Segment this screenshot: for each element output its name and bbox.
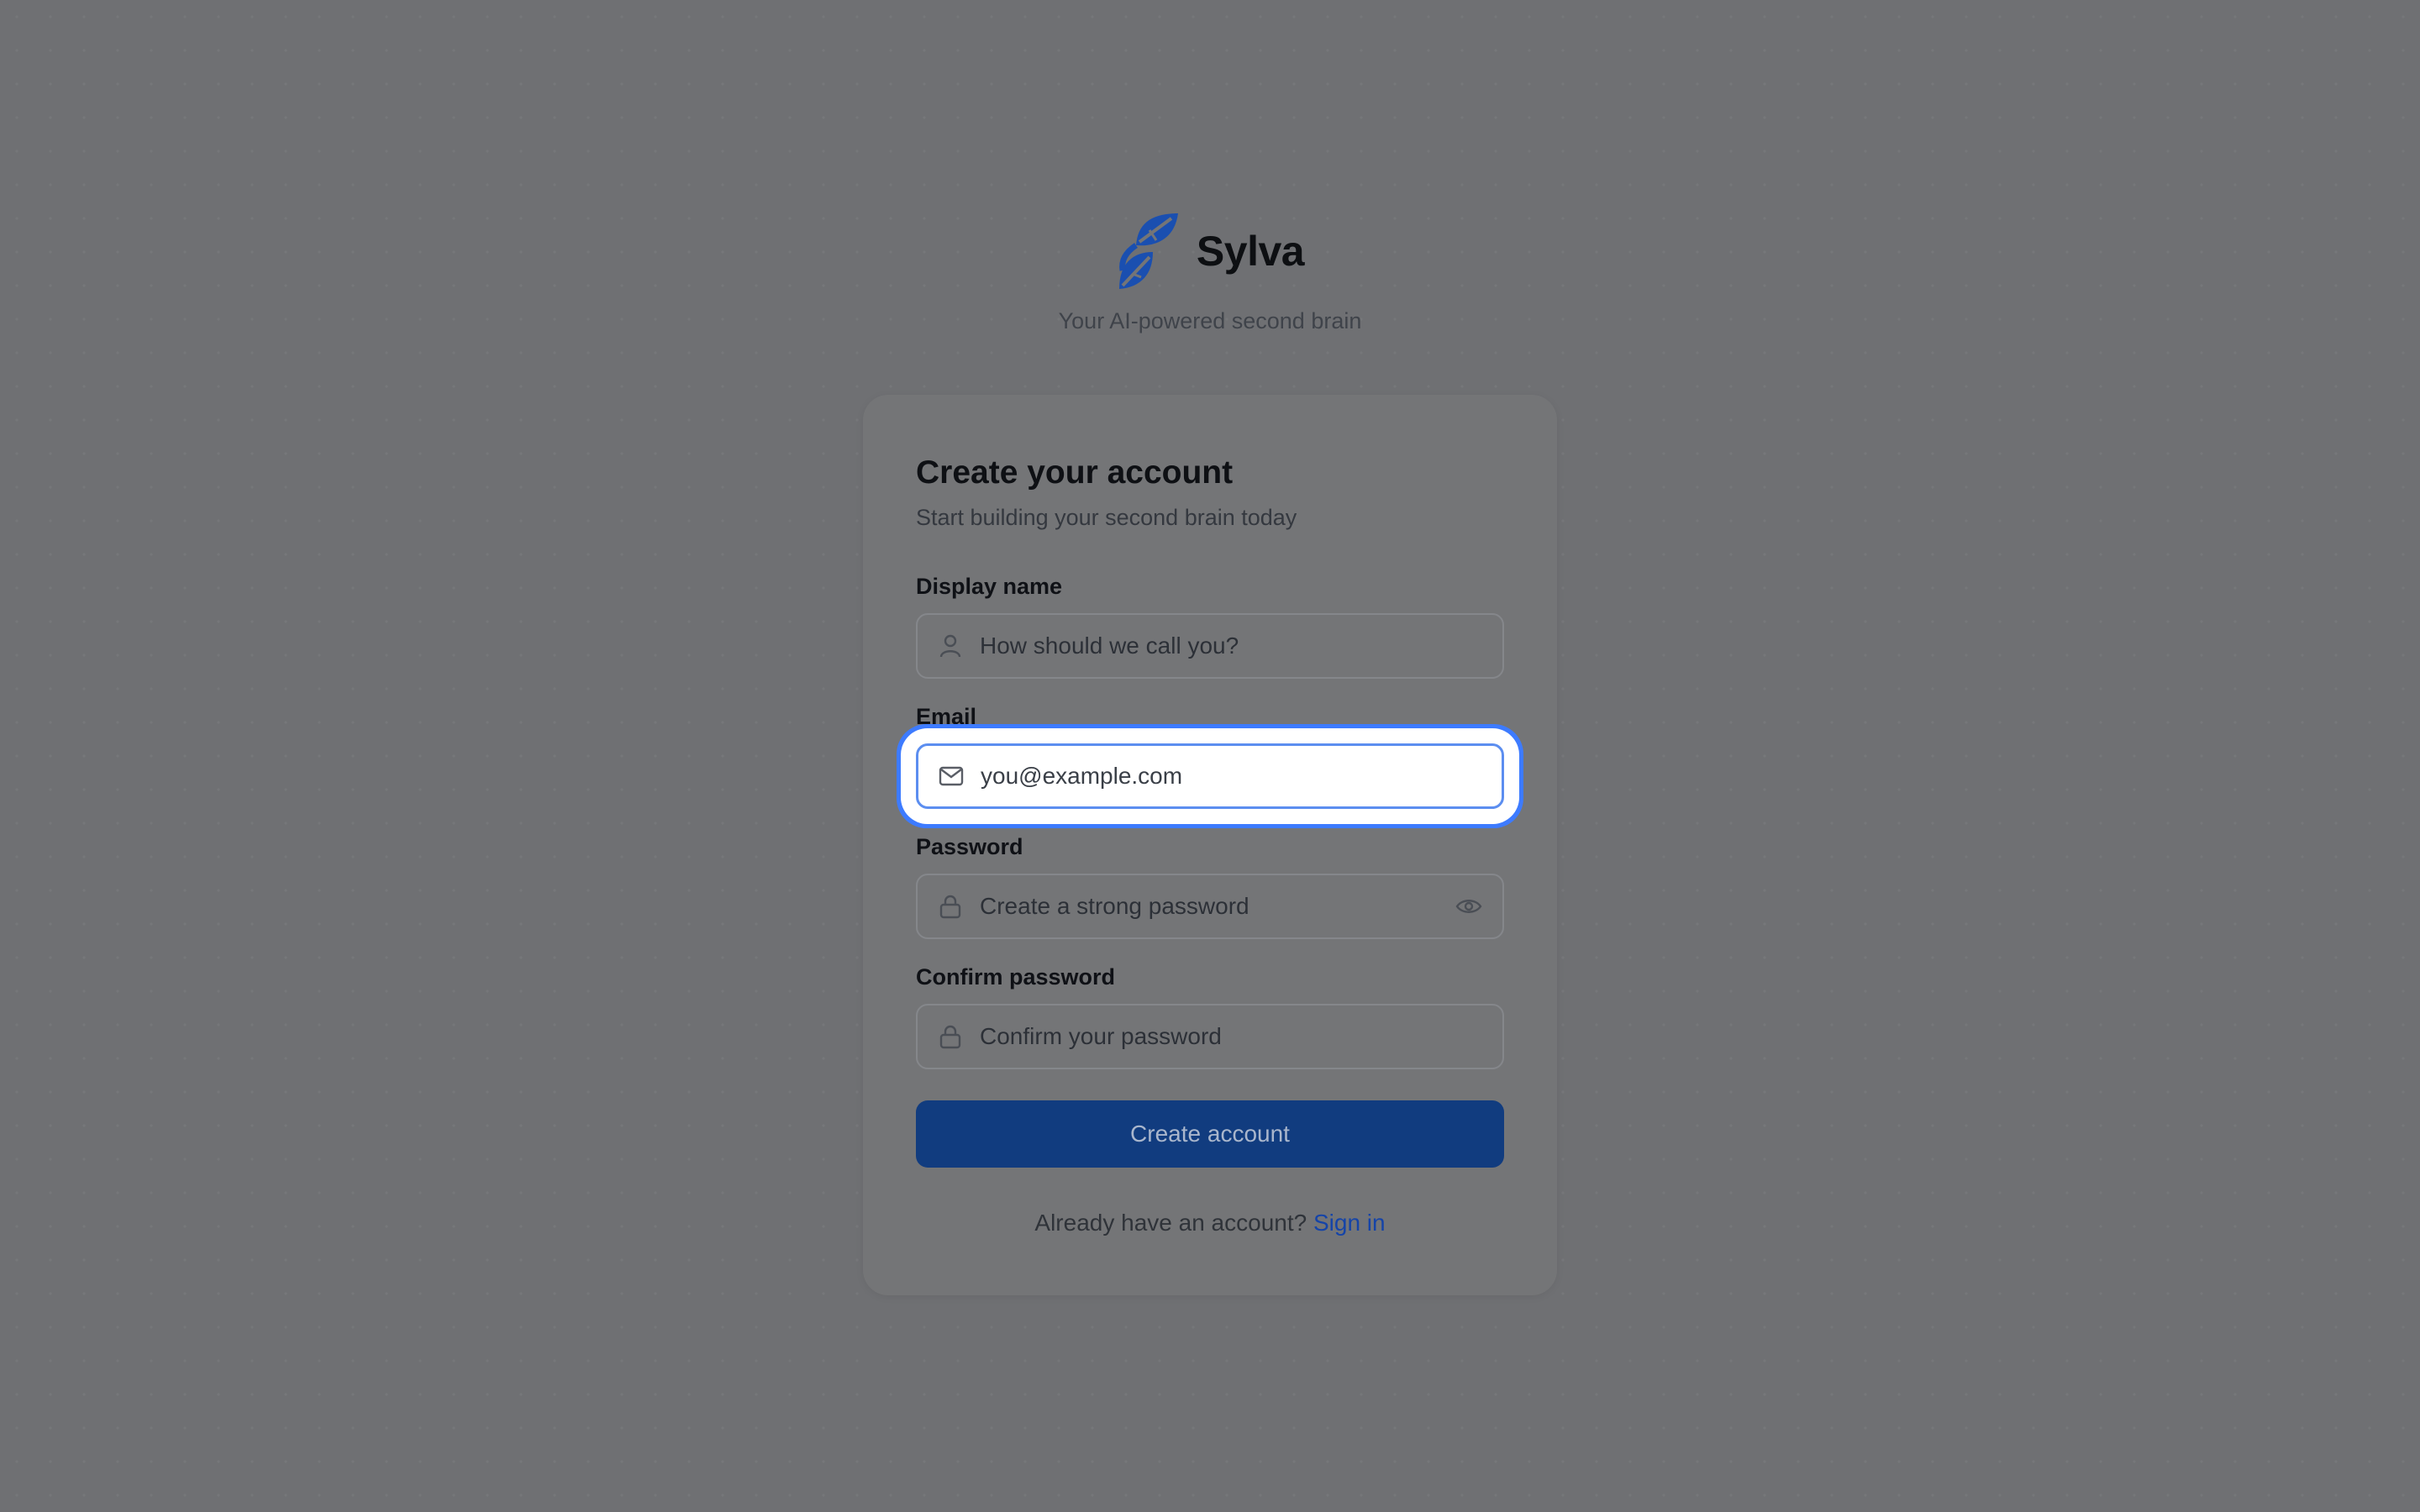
mail-icon [939, 764, 964, 789]
password-placeholder: Create a strong password [980, 893, 1249, 919]
display-name-input[interactable]: How should we call you? [916, 613, 1504, 679]
card-subtitle: Start building your second brain today [916, 504, 1297, 530]
display-name-placeholder: How should we call you? [980, 633, 1239, 659]
email-input[interactable]: you@example.com [916, 743, 1504, 809]
email-label: Email [916, 704, 977, 729]
signin-prompt-text: Already have an account? [1034, 1210, 1307, 1236]
display-name-label: Display name [916, 574, 1063, 599]
signin-prompt: Already have an account? Sign in [863, 1210, 1557, 1236]
sign-in-link[interactable]: Sign in [1313, 1210, 1386, 1236]
leaf-logo-icon [1116, 212, 1180, 291]
user-icon [938, 633, 963, 659]
confirm-password-placeholder: Confirm your password [980, 1023, 1222, 1049]
create-account-button[interactable]: Create account [916, 1100, 1504, 1168]
lock-icon [938, 894, 963, 919]
email-placeholder: you@example.com [981, 763, 1183, 789]
lock-icon [938, 1024, 963, 1049]
signup-card: Create your account Start building your … [863, 395, 1557, 1295]
confirm-password-label: Confirm password [916, 964, 1116, 990]
card-title: Create your account [916, 454, 1234, 491]
show-password-eye-icon[interactable] [1455, 893, 1482, 920]
password-label: Password [916, 834, 1023, 859]
brand-tagline: Your AI-powered second brain [1058, 308, 1362, 333]
brand-header: Sylva Your AI-powered second brain [0, 212, 2420, 334]
confirm-password-input[interactable]: Confirm your password [916, 1004, 1504, 1069]
brand-row: Sylva [1116, 212, 1305, 291]
brand-name: Sylva [1196, 228, 1305, 275]
password-input[interactable]: Create a strong password [916, 874, 1504, 939]
